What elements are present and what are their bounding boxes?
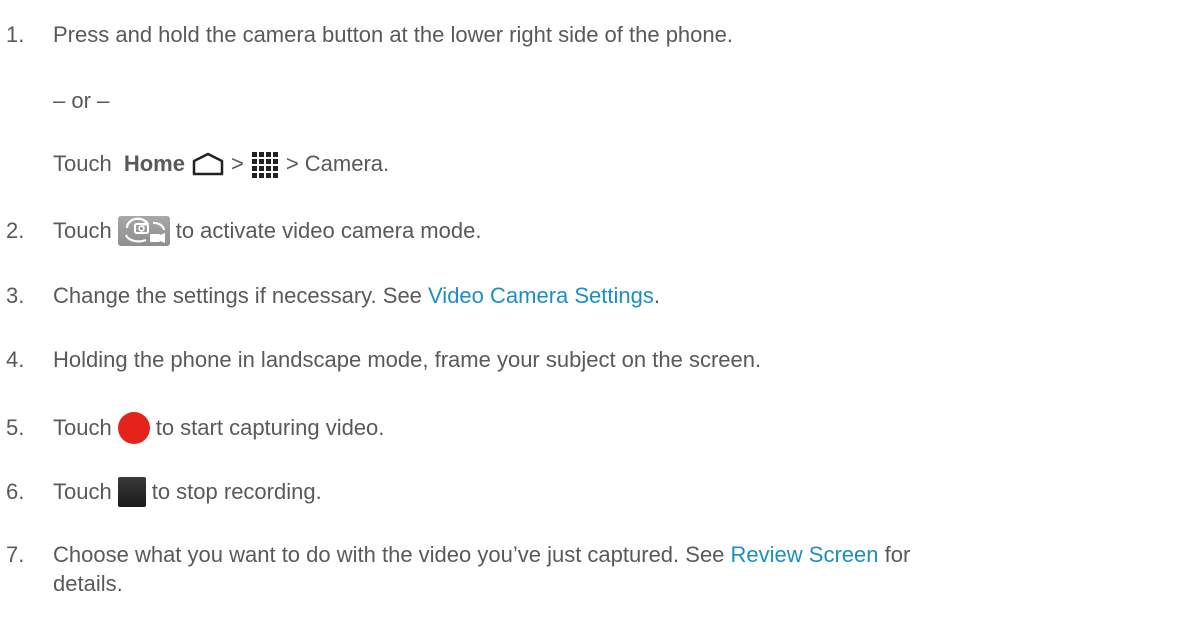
step-7-continuation: details. — [53, 570, 123, 598]
step-text-post: to stop recording. — [151, 479, 322, 504]
step-6: 6. Touch to stop recording. — [0, 477, 322, 507]
step-number: 7. — [6, 542, 25, 567]
step-1-alternative: Touch Home > > Camera. — [53, 150, 389, 178]
record-icon — [117, 412, 150, 444]
step-text-pre: Touch — [53, 479, 112, 504]
step-number: 6. — [6, 479, 25, 504]
step-text: Press and hold the camera button at the … — [53, 22, 733, 47]
step-7: 7. Choose what you want to do with the v… — [0, 541, 910, 569]
touch-text: Touch — [53, 151, 118, 176]
or-text: – or – — [53, 88, 110, 113]
step-number: 3. — [6, 283, 25, 308]
step-4: 4. Holding the phone in landscape mode, … — [0, 346, 761, 374]
step-text-pre: Choose what you want to do with the vide… — [53, 542, 731, 567]
home-icon — [191, 152, 225, 176]
step-text-post: . — [653, 283, 660, 308]
review-screen-link[interactable]: Review Screen — [731, 541, 879, 569]
separator-arrow: > — [230, 151, 244, 176]
step-2: 2. Touch to activate video camera mode. — [0, 216, 481, 246]
step-text-post: to activate video camera mode. — [175, 218, 482, 243]
step-text-pre: Touch — [53, 218, 112, 243]
home-label: Home — [123, 151, 185, 176]
stop-icon — [117, 477, 146, 507]
camera-video-switch-icon — [117, 216, 170, 246]
step-text-post: for — [878, 542, 911, 567]
camera-label: > Camera. — [285, 151, 390, 176]
step-number: 4. — [6, 347, 25, 372]
step-text: Holding the phone in landscape mode, fra… — [53, 347, 762, 372]
apps-grid-icon — [250, 151, 280, 178]
step-text-pre: Touch — [53, 415, 112, 440]
video-camera-settings-link[interactable]: Video Camera Settings — [428, 282, 654, 310]
step-3: 3. Change the settings if necessary. See… — [0, 282, 660, 310]
step-number: 2. — [6, 218, 25, 243]
or-separator: – or – — [53, 87, 109, 115]
step-number: 1. — [6, 22, 25, 47]
step-text-continuation: details. — [53, 571, 123, 596]
step-text-post: to start capturing video. — [155, 415, 385, 440]
step-text-pre: Change the settings if necessary. See — [53, 283, 429, 308]
step-1: 1. Press and hold the camera button at t… — [0, 21, 733, 49]
step-5: 5. Touch to start capturing video. — [0, 412, 384, 444]
step-number: 5. — [6, 415, 25, 440]
